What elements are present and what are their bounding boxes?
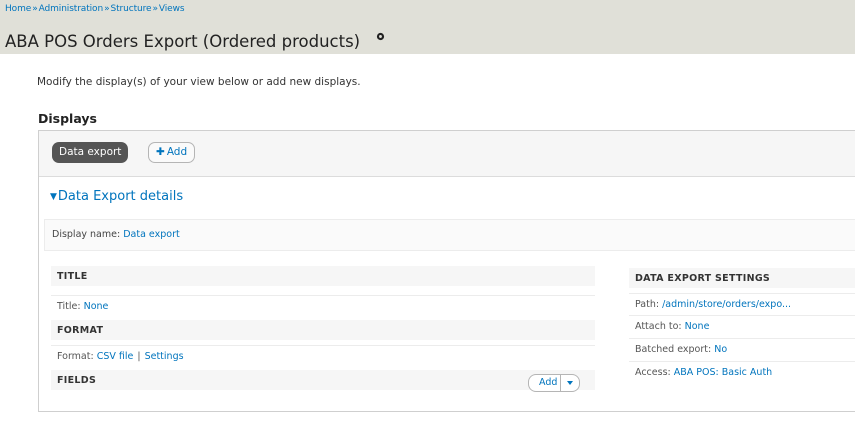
right-column: DATA EXPORT SETTINGS Path: /admin/store/… (629, 266, 855, 406)
fields-section-header: FIELDS (51, 370, 595, 390)
path-row: Path: /admin/store/orders/expo... (629, 293, 855, 314)
chevron-down-icon[interactable] (560, 375, 579, 391)
attach-row: Attach to: None (629, 315, 855, 336)
title-section-label: TITLE (57, 271, 88, 282)
breadcrumb-structure[interactable]: Structure (111, 4, 152, 14)
access-value-link[interactable]: ABA POS: Basic Auth (674, 367, 772, 378)
title-label: Title: (57, 301, 81, 312)
breadcrumb-separator: » (152, 4, 158, 14)
access-label: Access: (635, 367, 671, 378)
batched-label: Batched export: (635, 344, 712, 355)
display-name-label: Display name: (52, 229, 121, 240)
title-row: Title: None (51, 295, 595, 316)
data-export-settings-label: DATA EXPORT SETTINGS (635, 273, 771, 284)
format-value-link[interactable]: CSV file (97, 351, 134, 362)
format-label: Format: (57, 351, 94, 362)
title-value-link[interactable]: None (84, 301, 109, 312)
path-value-link[interactable]: /admin/store/orders/expo... (662, 299, 791, 310)
details-toggle[interactable]: ▼Data Export details (50, 189, 183, 204)
breadcrumb-separator: » (104, 4, 110, 14)
format-row: Format: CSV file | Settings (51, 345, 595, 366)
format-separator: | (137, 351, 141, 362)
triangle-down-icon: ▼ (50, 192, 57, 202)
breadcrumb-home[interactable]: Home (5, 4, 31, 14)
plus-icon: ✚ (156, 146, 165, 158)
displays-heading: Displays (38, 111, 97, 126)
display-name-link[interactable]: Data export (123, 229, 179, 240)
data-export-settings-header: DATA EXPORT SETTINGS (629, 268, 855, 288)
fields-add-label: Add (539, 377, 558, 388)
add-display-label: Add (166, 146, 188, 158)
path-label: Path: (635, 299, 660, 310)
page-header: Home»Administration»Structure»Views ABA … (0, 0, 855, 54)
breadcrumb-administration[interactable]: Administration (39, 4, 104, 14)
attach-label: Attach to: (635, 321, 682, 332)
batched-row: Batched export: No (629, 338, 855, 359)
details-title: Data Export details (57, 189, 184, 204)
add-display-button[interactable]: ✚ Add (148, 142, 196, 163)
fields-add-dropbutton[interactable]: Add (528, 374, 581, 392)
breadcrumb-views[interactable]: Views (159, 4, 185, 14)
breadcrumb-separator: » (32, 4, 38, 14)
gear-icon[interactable] (376, 32, 385, 41)
title-section-header: TITLE (51, 266, 595, 286)
access-row: Access: ABA POS: Basic Auth (629, 361, 855, 382)
fields-section-label: FIELDS (57, 375, 97, 386)
display-tabs-bar: Data export ✚ Add (39, 131, 855, 177)
batched-value-link[interactable]: No (714, 344, 727, 355)
format-settings-link[interactable]: Settings (145, 351, 184, 362)
format-section-header: FORMAT (51, 320, 595, 340)
breadcrumb: Home»Administration»Structure»Views (5, 4, 185, 14)
display-name-row: Display name: Data export (44, 219, 855, 251)
intro-text: Modify the display(s) of your view below… (37, 76, 361, 88)
tab-data-export[interactable]: Data export (52, 142, 129, 163)
attach-value-link[interactable]: None (685, 321, 710, 332)
displays-panel: Data export ✚ Add ▼Data Export details Di… (38, 130, 855, 412)
page-title: ABA POS Orders Export (Ordered products) (5, 32, 361, 52)
format-section-label: FORMAT (57, 325, 104, 336)
left-column: TITLE Title: None FORMAT Format: CSV fil… (51, 266, 595, 426)
